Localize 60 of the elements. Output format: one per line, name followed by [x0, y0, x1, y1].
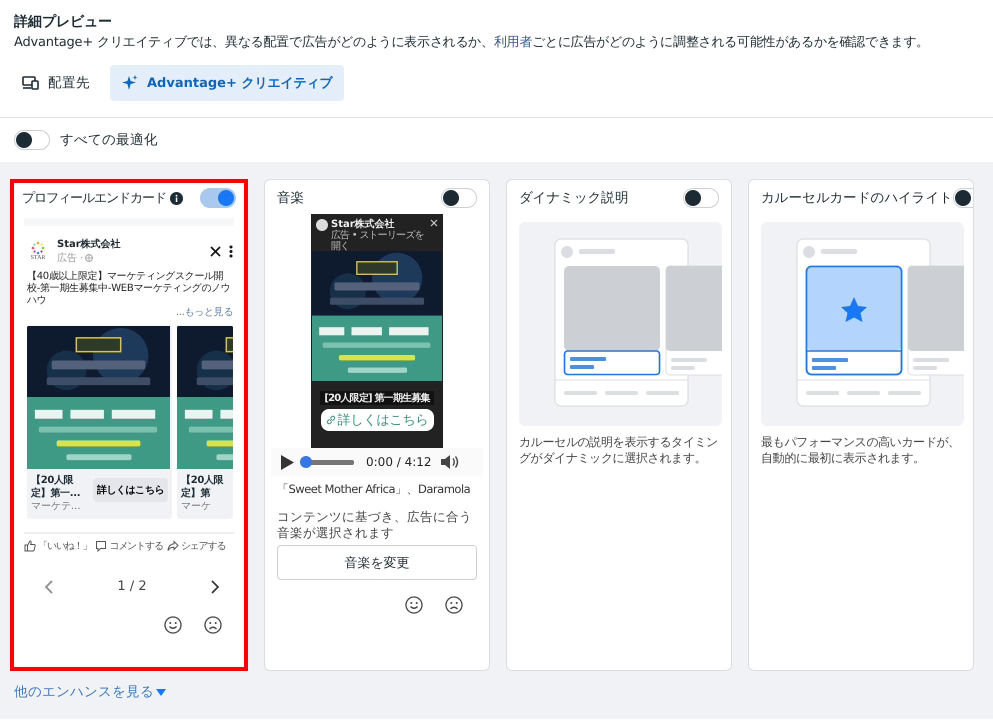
story-advertiser: Star株式会社	[331, 219, 396, 230]
smiley-icon[interactable]	[164, 616, 182, 634]
toggle-switch[interactable]	[441, 188, 477, 208]
thumbs-up-icon	[24, 540, 36, 552]
card-description: カルーセルの説明を表示するタイミングがダイナミックに選択されます。	[519, 434, 719, 466]
chevron-left-icon[interactable]	[44, 580, 53, 594]
share-action[interactable]: シェアする	[180, 539, 226, 553]
carousel-card[interactable]: 【20人限定】第一... マーケテ... 詳しくはこちら	[27, 325, 172, 519]
card-description: コンテンツに基づき、広告に合う音楽が選択されます	[277, 509, 473, 541]
frown-icon[interactable]	[204, 616, 222, 634]
smiley-icon[interactable]	[405, 596, 423, 614]
learn-more-button[interactable]: 詳しくはこちら	[92, 478, 168, 502]
volume-icon[interactable]	[440, 454, 460, 470]
toggle-label: すべての最適化	[60, 131, 158, 149]
comment-icon	[95, 540, 108, 552]
card-title: カルーセルカードのハイライト	[761, 189, 953, 207]
tab[interactable]: 配置先	[10, 65, 102, 101]
avatar-icon	[316, 219, 328, 231]
tab[interactable]: Advantage+ クリエイティブ	[110, 65, 344, 101]
post-text: 【40歳以上限定】マーケティングスクール開校-第一期生募集中-WEBマーケティングのノウハウ	[27, 271, 232, 307]
advertiser-name: Star株式会社	[57, 238, 122, 251]
toggle-switch[interactable]	[14, 130, 50, 150]
playback-time: 0:00 / 4:12	[366, 455, 432, 469]
see-more-link[interactable]: ...もっと見る	[27, 307, 233, 319]
like-action[interactable]: 「いいね！」	[38, 539, 92, 553]
users-link[interactable]: 利用者	[494, 35, 532, 50]
carousel-card-subtitle: マーケテ...	[31, 500, 82, 513]
sparkle-icon	[122, 75, 138, 91]
card-title: ダイナミック説明	[519, 189, 629, 207]
track-name: 「Sweet Mother Africa」、Daramola	[277, 482, 470, 497]
more-enhancements-link[interactable]: 他のエンハンスを見る	[14, 683, 166, 701]
carousel-card-title: 【20人限定】第	[181, 474, 224, 500]
dots-logo-icon	[31, 240, 45, 254]
description-text: Advantage+ クリエイティブでは、異なる配置で広告がどのように表示されるか、利用者ごとに広告がどのように調整される可能性があるかを確認できます。	[14, 34, 930, 52]
change-music-button[interactable]: 音楽を変更	[277, 545, 477, 580]
card-title: プロフィールエンドカード	[22, 190, 166, 207]
frown-icon[interactable]	[445, 596, 463, 614]
page-title: 詳細プレビュー	[14, 13, 113, 31]
play-icon[interactable]	[281, 454, 294, 470]
chevron-right-icon[interactable]	[211, 580, 220, 594]
card-description: 最もパフォーマンスの高いカードが、自動的に最初に表示されます。	[761, 434, 961, 466]
learn-more-sticker[interactable]: 詳しくはこちら	[320, 409, 434, 431]
comment-action[interactable]: コメントする	[109, 539, 163, 553]
devices-icon	[22, 76, 39, 90]
story-caption: [20人限定] 第一期生募集	[320, 391, 434, 405]
close-icon[interactable]	[210, 246, 221, 256]
toggle-switch[interactable]	[683, 188, 719, 208]
story-subtitle: 広告 • ストーリーズを開く	[331, 230, 425, 252]
link-icon	[326, 415, 336, 425]
page-indicator: 1 / 2	[117, 579, 147, 594]
caret-down-icon	[156, 688, 166, 696]
more-icon[interactable]	[229, 244, 233, 258]
carousel-card-subtitle: マーケ	[181, 500, 212, 513]
toggle-switch[interactable]	[200, 188, 236, 208]
share-icon	[166, 540, 179, 552]
sponsored-label: 広告 ·	[57, 252, 84, 265]
carousel-card-title: 【20人限定】第一...	[31, 474, 82, 500]
card-title: 音楽	[277, 189, 304, 207]
globe-icon	[85, 254, 94, 262]
carousel-card[interactable]: 【20人限定】第 マーケ	[177, 325, 233, 519]
